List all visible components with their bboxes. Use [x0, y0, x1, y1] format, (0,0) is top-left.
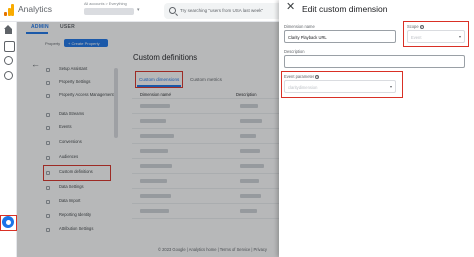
app-title: Analytics: [18, 4, 53, 14]
event-parameter-highlight: [281, 71, 403, 98]
close-icon[interactable]: ✕: [286, 2, 295, 13]
search-input[interactable]: Try searching "users from USA last week": [180, 8, 263, 13]
dimension-name-value: Clarity Playback URL: [288, 34, 327, 40]
chevron-down-icon[interactable]: ▾: [137, 7, 140, 13]
admin-gear-highlight: [0, 215, 17, 231]
modal-scrim[interactable]: [17, 22, 279, 257]
scope-highlight: [403, 21, 469, 47]
description-label: Description: [284, 49, 305, 54]
description-field[interactable]: [284, 55, 465, 68]
drawer-title: Edit custom dimension: [302, 4, 388, 14]
account-selector[interactable]: [84, 8, 134, 15]
search-box[interactable]: Try searching "users from USA last week": [164, 3, 292, 19]
account-breadcrumb[interactable]: All accounts > Everything: [84, 2, 127, 7]
home-icon[interactable]: [4, 25, 13, 34]
dimension-name-label: Dimension name: [284, 24, 315, 29]
reports-icon[interactable]: [4, 41, 15, 52]
analytics-logo-icon: [4, 4, 14, 16]
dimension-name-field[interactable]: Clarity Playback URL: [284, 30, 396, 43]
explore-icon[interactable]: [4, 56, 13, 65]
search-icon: [169, 7, 176, 14]
edit-custom-dimension-drawer: ✕ Edit custom dimension Dimension name C…: [279, 0, 474, 257]
advertising-icon[interactable]: [4, 71, 13, 80]
